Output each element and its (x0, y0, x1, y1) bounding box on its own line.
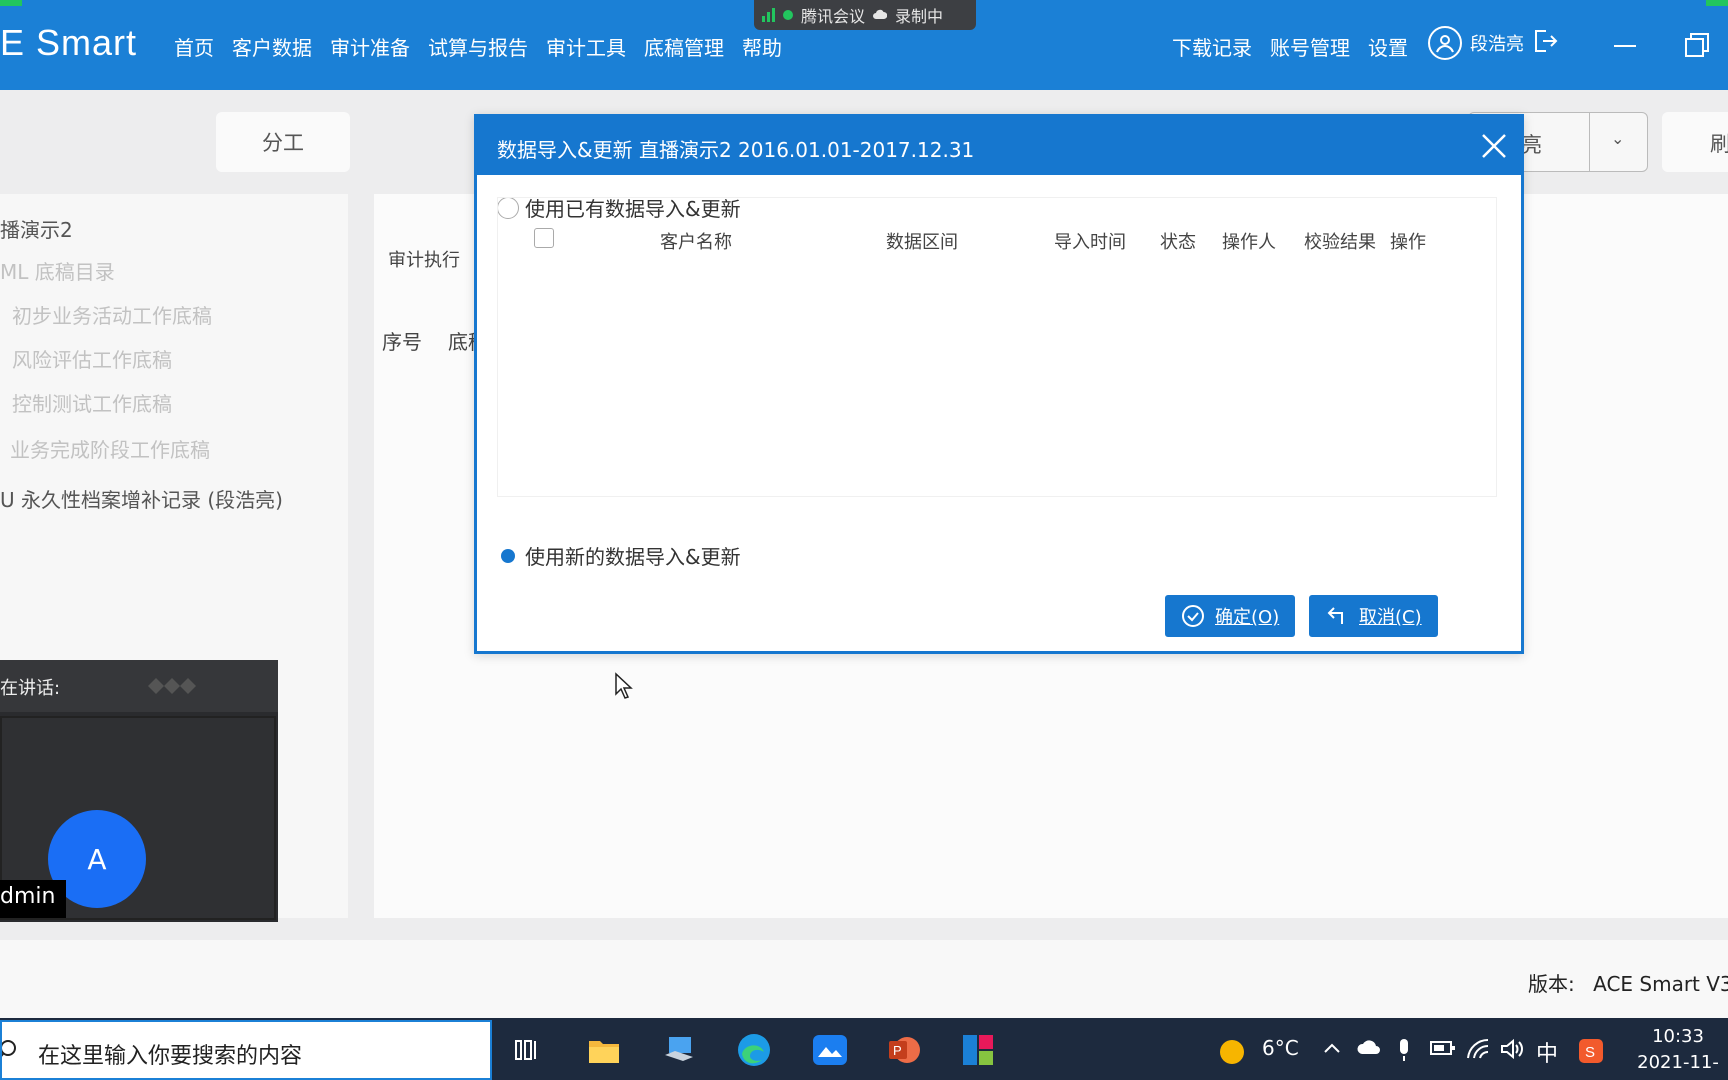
nav-account[interactable]: 账号管理 (1270, 32, 1350, 61)
ace-smart-icon[interactable] (958, 1030, 998, 1070)
meeting-indicator-left (0, 0, 22, 6)
nav-home[interactable]: 首页 (174, 32, 214, 61)
seq-column-header: 序号 (382, 330, 422, 354)
col-status: 状态 (1160, 232, 1196, 253)
search-icon (2, 1040, 16, 1057)
col-operator: 操作人 (1222, 232, 1276, 253)
weather-temp[interactable]: 6°C (1262, 1036, 1299, 1060)
refresh-button[interactable]: 刷 (1662, 112, 1728, 172)
participant-name: dmin (0, 880, 66, 918)
user-menu[interactable]: 段浩亮 (1428, 26, 1558, 60)
nav-help[interactable]: 帮助 (742, 32, 782, 61)
mouse-cursor-icon (614, 672, 634, 704)
col-check-result: 校验结果 (1304, 232, 1376, 253)
taskbar-search[interactable]: 在这里输入你要搜索的内容 (0, 1020, 492, 1080)
nav-download-history[interactable]: 下载记录 (1172, 32, 1252, 61)
clock-date: 2021-11-25 (1637, 1052, 1719, 1080)
onedrive-icon[interactable] (1356, 1038, 1382, 1063)
nav-settings[interactable]: 设置 (1368, 32, 1408, 61)
audit-exec-label: 审计执行 (388, 250, 460, 271)
microphone-icon[interactable] (1396, 1038, 1412, 1067)
svg-text:P: P (893, 1043, 902, 1058)
remote-desktop-icon[interactable] (660, 1030, 700, 1070)
user-select-value: 亮 (1521, 133, 1542, 157)
meeting-app-icon[interactable] (810, 1030, 850, 1070)
app-brand: E Smart (0, 22, 138, 63)
col-client-name: 客户名称 (660, 232, 732, 253)
weather-icon[interactable] (1218, 1038, 1246, 1071)
speaker-header: 在讲话: (0, 660, 278, 712)
radio-new-data[interactable]: 使用新的数据导入&更新 (497, 541, 741, 570)
nav-audit-tools[interactable]: 审计工具 (546, 32, 626, 61)
edge-icon[interactable] (734, 1030, 774, 1070)
taskbar-clock[interactable]: 10:33 2021-11-25 (1628, 1024, 1728, 1080)
volume-icon[interactable] (1500, 1038, 1524, 1065)
meeting-active-dot (783, 10, 793, 20)
tree-risk-assessment[interactable]: 风险评估工作底稿 (12, 344, 172, 373)
confirm-label: 确定(O) (1215, 607, 1280, 628)
cancel-label: 取消(C) (1359, 607, 1422, 628)
chevron-down-icon[interactable]: ⌄ (1611, 129, 1624, 148)
tree-control-testing[interactable]: 控制测试工作底稿 (12, 388, 172, 417)
tree-completion-stage[interactable]: 业务完成阶段工作底稿 (10, 434, 210, 463)
signal-icon (762, 8, 775, 22)
clock-time: 10:33 (1652, 1026, 1704, 1047)
nav-draft-manage[interactable]: 底稿管理 (644, 32, 724, 61)
logout-icon[interactable] (1532, 28, 1558, 59)
meeting-indicator-right (1706, 0, 1728, 6)
dialog-header: 数据导入&更新 直播演示2 2016.01.01-2017.12.31 (477, 117, 1521, 175)
confirm-button[interactable]: 确定(O) (1165, 595, 1296, 637)
wifi-icon[interactable] (1466, 1038, 1490, 1065)
version-info: 版本: ACE Smart V3. (1528, 968, 1728, 997)
user-icon (1428, 26, 1462, 60)
nav-client-data[interactable]: 客户数据 (232, 32, 312, 61)
svg-text:S: S (1585, 1044, 1595, 1061)
meeting-app-name: 腾讯会议 (801, 7, 866, 26)
sogou-ime-icon[interactable]: S (1578, 1038, 1604, 1069)
battery-icon[interactable] (1430, 1038, 1456, 1063)
data-import-dialog: 数据导入&更新 直播演示2 2016.01.01-2017.12.31 使用已有… (474, 114, 1524, 654)
col-data-period: 数据区间 (886, 232, 958, 253)
tree-project[interactable]: 播演示2 (0, 214, 73, 243)
main-nav: 首页 客户数据 审计准备 试算与报告 审计工具 底稿管理 帮助 (174, 32, 782, 61)
return-arrow-icon (1327, 607, 1343, 624)
tree-permanent-archive[interactable]: U 永久性档案增补记录 (段浩亮) (0, 484, 283, 513)
tab-assignment[interactable]: 分工 (216, 112, 350, 172)
file-explorer-icon[interactable] (584, 1030, 624, 1070)
status-footer (0, 940, 1728, 1018)
speaking-label: 在讲话: (0, 678, 61, 699)
col-actions: 操作 (1390, 232, 1426, 253)
right-nav: 下载记录 账号管理 设置 (1172, 32, 1408, 61)
check-circle-icon (1182, 605, 1204, 627)
task-view-icon[interactable] (508, 1030, 548, 1070)
user-name: 段浩亮 (1470, 34, 1524, 55)
tray-chevron-up-icon[interactable] (1322, 1038, 1342, 1063)
meeting-status-pill[interactable]: 腾讯会议 录制中 (754, 0, 976, 30)
select-divider (1589, 113, 1590, 171)
version-value: ACE Smart V3. (1593, 972, 1728, 996)
version-label: 版本: (1528, 972, 1575, 996)
tree-draft-catalog[interactable]: ML 底稿目录 (0, 256, 115, 285)
cloud-record-icon (873, 6, 888, 25)
search-placeholder: 在这里输入你要搜索的内容 (38, 1044, 303, 1069)
radio-circle-new[interactable] (497, 544, 519, 567)
ime-indicator[interactable]: 中 (1536, 1036, 1558, 1068)
select-all-checkbox[interactable] (534, 228, 554, 248)
existing-data-table: 客户名称 数据区间 导入时间 状态 操作人 校验结果 操作 (497, 197, 1497, 497)
audio-wave-icon (148, 678, 196, 694)
cancel-button[interactable]: 取消(C) (1309, 595, 1438, 637)
dialog-title: 数据导入&更新 直播演示2 2016.01.01-2017.12.31 (497, 138, 975, 162)
restore-icon[interactable] (1682, 30, 1712, 57)
nav-trial-report[interactable]: 试算与报告 (428, 32, 528, 61)
recording-status: 录制中 (895, 7, 944, 26)
powerpoint-icon[interactable]: P (884, 1030, 924, 1070)
nav-audit-prep[interactable]: 审计准备 (330, 32, 410, 61)
radio-new-label: 使用新的数据导入&更新 (525, 545, 741, 569)
minimize-icon[interactable] (1610, 30, 1640, 54)
tree-initial-activities[interactable]: 初步业务活动工作底稿 (12, 300, 212, 329)
close-icon[interactable] (1479, 131, 1509, 161)
col-import-time: 导入时间 (1054, 232, 1126, 253)
